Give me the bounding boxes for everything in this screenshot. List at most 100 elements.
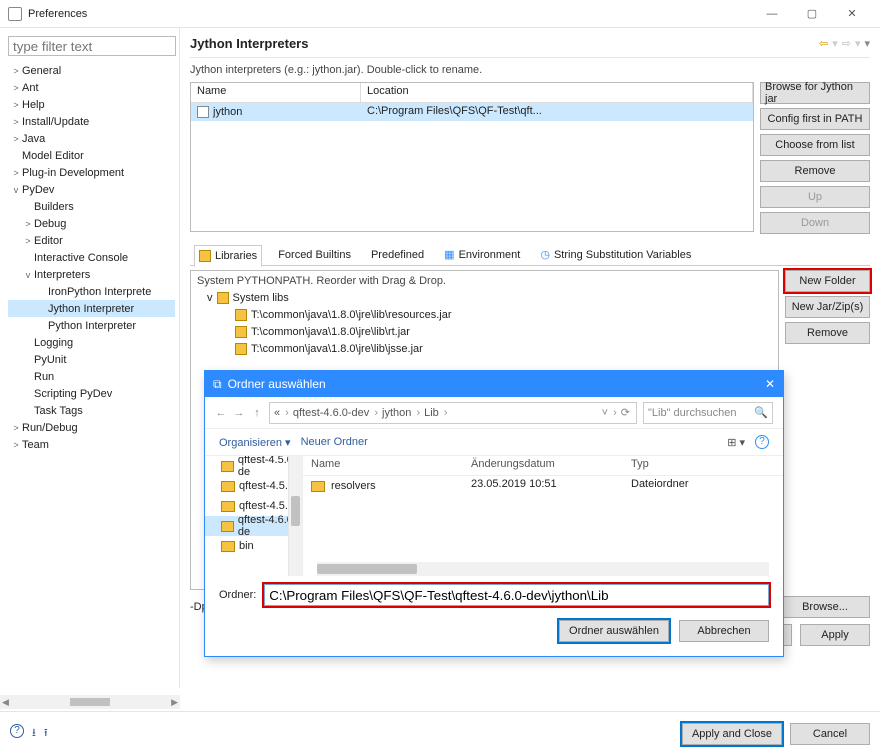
col-type[interactable]: Typ [623,456,783,475]
sidebar-item-scripting-pydev[interactable]: Scripting PyDev [8,385,175,402]
sidebar-item-pydev[interactable]: vPyDev [8,181,175,198]
remove-lib-button[interactable]: Remove [785,322,870,344]
sidebar-item-builders[interactable]: Builders [8,198,175,215]
new-folder-link[interactable]: Neuer Ordner [301,436,368,448]
col-date[interactable]: Änderungsdatum [463,456,623,475]
maximize-button[interactable]: ▢ [792,0,832,28]
config-path-button[interactable]: Config first in PATH [760,108,870,130]
tab-predefined[interactable]: Predefined [367,244,428,266]
sidebar-item-ant[interactable]: >Ant [8,79,175,96]
search-input[interactable]: "Lib" durchsuchen 🔍 [643,402,773,424]
filter-input[interactable] [8,36,176,56]
dialog-icon: ⧉ [213,377,222,392]
sidebar-item-run-debug[interactable]: >Run/Debug [8,419,175,436]
nav-fwd-icon[interactable]: → [233,407,245,419]
up-button[interactable]: Up [760,186,870,208]
organize-menu[interactable]: Organisieren ▾ [219,436,291,449]
sidebar-item-interactive-console[interactable]: Interactive Console [8,249,175,266]
tab-libraries[interactable]: Libraries [194,245,262,267]
list-item[interactable]: T:\common\java\1.8.0\jre\lib\rt.jar [193,323,776,340]
folder-tree[interactable]: qftest-4.5.0-deqftest-4.5.1qftest-4.5.2q… [205,456,303,576]
list-item[interactable]: T:\common\java\1.8.0\jre\lib\jsse.jar [193,340,776,357]
sidebar-item-team[interactable]: >Team [8,436,175,453]
col-name[interactable]: Name [303,456,463,475]
new-jar-button[interactable]: New Jar/Zip(s) [785,296,870,318]
sidebar-item-label: Model Editor [22,150,84,162]
col-name[interactable]: Name [191,83,361,102]
choose-list-button[interactable]: Choose from list [760,134,870,156]
sidebar-item-plug-in-development[interactable]: >Plug-in Development [8,164,175,181]
chevron-icon: > [22,219,34,229]
breadcrumb[interactable]: « qftest-4.6.0-dev jython Lib ˅ ⟳ [269,402,637,424]
tab-forced-builtins[interactable]: Forced Builtins [274,244,355,266]
down-button[interactable]: Down [760,212,870,234]
col-location[interactable]: Location [361,83,753,102]
sidebar-item-task-tags[interactable]: Task Tags [8,402,175,419]
list-item[interactable]: T:\common\java\1.8.0\jre\lib\resources.j… [193,306,776,323]
system-libs-node[interactable]: v System libs [193,289,776,306]
apply-and-close-button[interactable]: Apply and Close [682,723,782,745]
chevron-icon: v [22,270,34,280]
nav-up-icon[interactable]: ↑ [251,407,263,419]
view-options-icon[interactable]: ⊞ ▾ [727,436,745,449]
dialog-cancel-button[interactable]: Abbrechen [679,620,769,642]
list-item[interactable]: resolvers 23.05.2019 10:51 Dateiordner [303,476,783,496]
minimize-button[interactable]: — [752,0,792,28]
scrollbar[interactable] [288,456,302,576]
sidebar-item-general[interactable]: >General [8,62,175,79]
folder-path-input[interactable] [264,584,769,606]
apply-button[interactable]: Apply [800,624,870,646]
jar-icon [235,326,247,338]
sidebar-item-logging[interactable]: Logging [8,334,175,351]
dialog-close-button[interactable]: ✕ [765,377,775,391]
sidebar-scrollbar[interactable]: ◀▶ [0,695,180,709]
tab-string-substitution[interactable]: ◷String Substitution Variables [536,244,695,266]
refresh-icon[interactable]: ⟳ [621,406,632,419]
help-icon[interactable]: ? [10,724,24,738]
close-button[interactable]: ✕ [832,0,872,28]
sidebar-item-run[interactable]: Run [8,368,175,385]
jar-icon [235,343,247,355]
table-row[interactable]: jython C:\Program Files\QFS\QF-Test\qft.… [191,103,753,121]
sidebar-item-editor[interactable]: >Editor [8,232,175,249]
help-icon[interactable]: ? [755,435,769,449]
import-icon[interactable]: ⭳ [32,724,36,743]
new-folder-button[interactable]: New Folder [785,270,870,292]
sidebar-item-debug[interactable]: >Debug [8,215,175,232]
cancel-button[interactable]: Cancel [790,723,870,745]
sidebar-item-label: General [22,65,61,77]
remove-interp-button[interactable]: Remove [760,160,870,182]
sidebar-item-pyunit[interactable]: PyUnit [8,351,175,368]
interpreter-table[interactable]: Name Location jython C:\Program Files\QF… [190,82,754,232]
nav-menu-icon[interactable]: ▾ [864,37,870,50]
sidebar-item-label: Ant [22,82,39,94]
sidebar-item-python-interpreter[interactable]: Python Interpreter [8,317,175,334]
choose-folder-button[interactable]: Ordner auswählen [559,620,669,642]
browse-button[interactable]: Browse... [780,596,870,618]
folder-icon [217,292,229,304]
sidebar-item-label: Help [22,99,45,111]
folder-icon [221,521,234,532]
env-icon: ▦ [444,248,454,261]
nav-back-icon[interactable]: ← [215,407,227,419]
sidebar-item-java[interactable]: >Java [8,130,175,147]
sidebar-item-interpreters[interactable]: vInterpreters [8,266,175,283]
sidebar-item-ironpython-interprete[interactable]: IronPython Interprete [8,283,175,300]
sidebar-item-label: Install/Update [22,116,89,128]
sidebar-item-install-update[interactable]: >Install/Update [8,113,175,130]
chevron-icon: v [10,185,22,195]
sidebar-item-help[interactable]: >Help [8,96,175,113]
jar-icon [235,309,247,321]
sidebar-item-label: IronPython Interprete [48,286,151,298]
browse-jar-button[interactable]: Browse for Jython jar [760,82,870,104]
sidebar-item-jython-interpreter[interactable]: Jython Interpreter [8,300,175,317]
chevron-icon: > [10,83,22,93]
chevron-down-icon[interactable]: ˅ [602,407,617,419]
tab-environment[interactable]: ▦Environment [440,244,524,266]
nav-back-icon[interactable]: ⇦ [819,37,828,50]
sidebar-item-model-editor[interactable]: Model Editor [8,147,175,164]
python-icon [197,106,209,118]
scrollbar-horizontal[interactable] [317,562,769,576]
export-icon[interactable]: ⭱ [44,724,48,743]
nav-fwd-icon[interactable]: ⇨ [842,37,851,50]
